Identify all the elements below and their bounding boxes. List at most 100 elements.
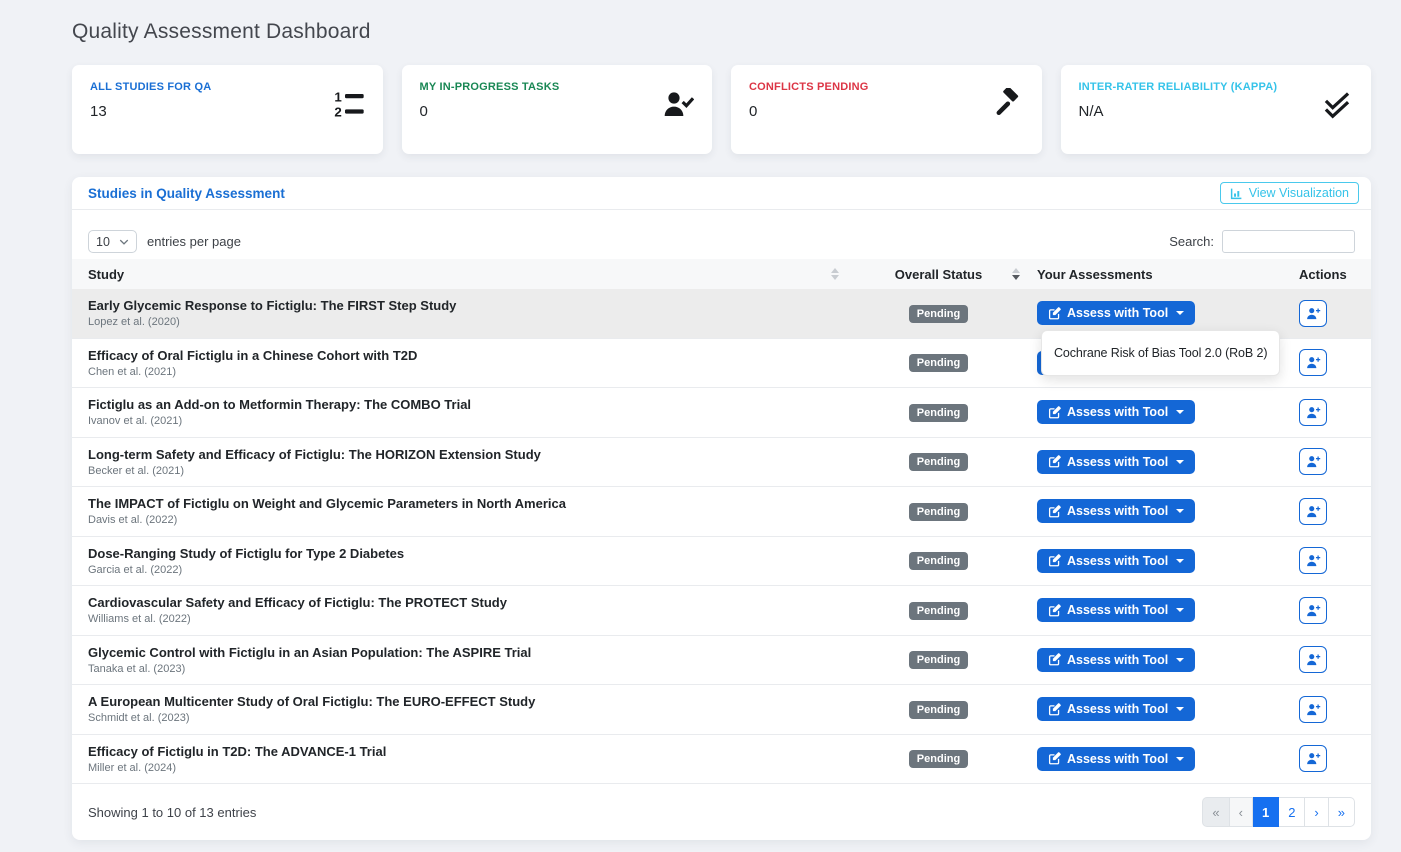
study-cell: Glycemic Control with Fictiglu in an Asi…	[72, 645, 851, 675]
assess-with-tool-button[interactable]: Assess with Tool	[1037, 499, 1195, 523]
person-plus-icon	[1305, 503, 1322, 520]
stat-card-value: N/A	[1079, 103, 1354, 120]
edit-icon	[1048, 752, 1061, 765]
study-title: A European Multicenter Study of Oral Fic…	[88, 694, 851, 709]
person-plus-icon	[1305, 602, 1322, 619]
status-badge: Pending	[909, 354, 968, 372]
status-badge: Pending	[909, 404, 968, 422]
panel-title: Studies in Quality Assessment	[88, 186, 285, 201]
table-row: Cardiovascular Safety and Efficacy of Fi…	[72, 586, 1371, 636]
edit-icon	[1048, 406, 1061, 419]
study-author: Chen et al. (2021)	[88, 366, 851, 378]
gavel-icon	[992, 88, 1024, 120]
assess-with-tool-label: Assess with Tool	[1067, 554, 1168, 568]
studies-panel: Studies in Quality Assessment View Visua…	[72, 177, 1371, 840]
study-title: Dose-Ranging Study of Fictiglu for Type …	[88, 546, 851, 561]
assess-with-tool-button[interactable]: Assess with Tool	[1037, 648, 1195, 672]
edit-icon	[1048, 307, 1061, 320]
study-title: Efficacy of Oral Fictiglu in a Chinese C…	[88, 348, 851, 363]
stat-card-value: 0	[749, 103, 1024, 120]
pagination-last[interactable]: »	[1329, 797, 1355, 827]
person-plus-icon	[1305, 305, 1322, 322]
actions-cell	[1276, 696, 1371, 723]
status-cell: Pending	[851, 700, 1026, 719]
study-cell: Fictiglu as an Add-on to Metformin Thera…	[72, 397, 851, 427]
edit-icon	[1048, 653, 1061, 666]
status-badge: Pending	[909, 305, 968, 323]
column-header-actions: Actions	[1276, 267, 1371, 282]
assessments-cell: Assess with Tool	[1026, 301, 1276, 325]
assess-with-tool-button[interactable]: Assess with Tool	[1037, 697, 1195, 721]
study-title: The IMPACT of Fictiglu on Weight and Gly…	[88, 496, 851, 511]
assessments-cell: Assess with Tool	[1026, 499, 1276, 523]
status-cell: Pending	[851, 601, 1026, 620]
assessments-cell: Assess with Tool	[1026, 697, 1276, 721]
status-badge: Pending	[909, 651, 968, 669]
assess-with-tool-label: Assess with Tool	[1067, 455, 1168, 469]
entries-per-page-select[interactable]: 10	[88, 230, 137, 253]
assess-with-tool-button[interactable]: Assess with Tool	[1037, 400, 1195, 424]
stat-card-conflicts: CONFLICTS PENDING 0	[731, 65, 1042, 154]
assess-with-tool-label: Assess with Tool	[1067, 405, 1168, 419]
pagination-first: «	[1202, 797, 1229, 827]
assign-reviewer-button[interactable]	[1299, 745, 1327, 772]
assign-reviewer-button[interactable]	[1299, 498, 1327, 525]
caret-down-icon	[1176, 658, 1184, 662]
column-header-overall-status[interactable]: Overall Status	[851, 267, 1026, 282]
actions-cell	[1276, 597, 1371, 624]
status-badge: Pending	[909, 552, 968, 570]
assess-with-tool-button[interactable]: Assess with Tool	[1037, 747, 1195, 771]
study-author: Tanaka et al. (2023)	[88, 663, 851, 675]
edit-icon	[1048, 604, 1061, 617]
assign-reviewer-button[interactable]	[1299, 349, 1327, 376]
assess-with-tool-label: Assess with Tool	[1067, 702, 1168, 716]
study-title: Long-term Safety and Efficacy of Fictigl…	[88, 447, 851, 462]
assign-reviewer-button[interactable]	[1299, 448, 1327, 475]
person-plus-icon	[1305, 701, 1322, 718]
assign-reviewer-button[interactable]	[1299, 597, 1327, 624]
entries-per-page-label: entries per page	[147, 234, 241, 249]
dropdown-item-cochrane-rob2[interactable]: Cochrane Risk of Bias Tool 2.0 (RoB 2)	[1042, 338, 1279, 368]
pagination-page-2[interactable]: 2	[1279, 797, 1305, 827]
sort-icon	[1012, 268, 1020, 280]
assess-with-tool-button[interactable]: Assess with Tool	[1037, 598, 1195, 622]
stat-card-label: INTER-RATER RELIABILITY (KAPPA)	[1079, 81, 1354, 93]
assess-with-tool-button[interactable]: Assess with Tool	[1037, 301, 1195, 325]
assess-with-tool-label: Assess with Tool	[1067, 306, 1168, 320]
caret-down-icon	[1176, 757, 1184, 761]
stat-card-label: MY IN-PROGRESS TASKS	[420, 81, 695, 93]
assessments-cell: Assess with Tool	[1026, 648, 1276, 672]
assign-reviewer-button[interactable]	[1299, 399, 1327, 426]
person-plus-icon	[1305, 404, 1322, 421]
column-header-study[interactable]: Study	[72, 267, 851, 282]
assess-with-tool-button[interactable]: Assess with Tool	[1037, 450, 1195, 474]
assess-with-tool-label: Assess with Tool	[1067, 504, 1168, 518]
study-cell: Cardiovascular Safety and Efficacy of Fi…	[72, 595, 851, 625]
actions-cell	[1276, 498, 1371, 525]
person-plus-icon	[1305, 453, 1322, 470]
table-row: Glycemic Control with Fictiglu in an Asi…	[72, 636, 1371, 686]
assign-reviewer-button[interactable]	[1299, 646, 1327, 673]
study-author: Becker et al. (2021)	[88, 465, 851, 477]
assess-with-tool-button[interactable]: Assess with Tool	[1037, 549, 1195, 573]
stat-card-label: ALL STUDIES FOR QA	[90, 81, 365, 93]
view-visualization-button[interactable]: View Visualization	[1220, 182, 1359, 204]
pagination-next[interactable]: ›	[1305, 797, 1328, 827]
table-row: A European Multicenter Study of Oral Fic…	[72, 685, 1371, 735]
study-author: Miller et al. (2024)	[88, 762, 851, 774]
column-header-label: Actions	[1299, 267, 1347, 282]
pagination-page-1[interactable]: 1	[1253, 797, 1279, 827]
assign-reviewer-button[interactable]	[1299, 547, 1327, 574]
assess-tool-dropdown-menu: Cochrane Risk of Bias Tool 2.0 (RoB 2)	[1041, 330, 1280, 376]
stat-card-in-progress: MY IN-PROGRESS TASKS 0	[402, 65, 713, 154]
search-input[interactable]	[1222, 230, 1355, 253]
entries-select-value: 10	[96, 235, 110, 249]
edit-icon	[1048, 703, 1061, 716]
assign-reviewer-button[interactable]	[1299, 300, 1327, 327]
study-title: Glycemic Control with Fictiglu in an Asi…	[88, 645, 851, 660]
column-header-label: Overall Status	[895, 267, 982, 282]
column-header-your-assessments: Your Assessments	[1026, 267, 1276, 282]
caret-down-icon	[1176, 608, 1184, 612]
assign-reviewer-button[interactable]	[1299, 696, 1327, 723]
search-label: Search:	[1169, 234, 1214, 249]
